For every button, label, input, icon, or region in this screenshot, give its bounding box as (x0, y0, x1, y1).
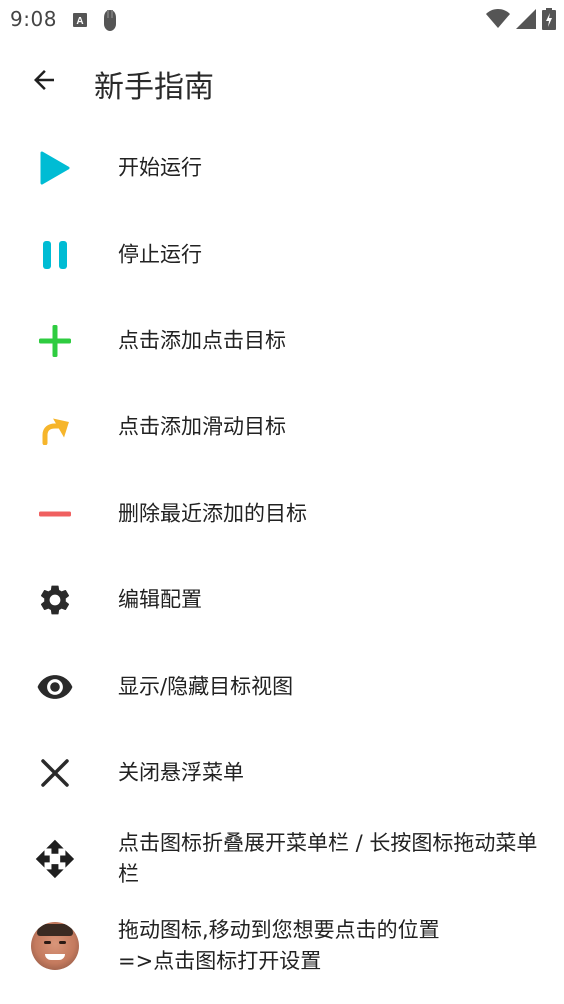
play-icon (28, 141, 82, 195)
guide-list: 开始运行 停止运行 点击添加点击目标 点击添加滑动目标 删除最近添加的目标 编辑… (0, 125, 564, 989)
cell-signal-icon (516, 9, 536, 33)
hand-notification-icon (100, 8, 120, 36)
status-time: 9:08 (10, 7, 57, 31)
guide-item-drag-avatar: 拖动图标,移动到您想要点击的位置 =>点击图标打开设置 (0, 903, 564, 989)
close-icon (28, 746, 82, 800)
avatar-icon (28, 919, 82, 973)
page-title: 新手指南 (94, 70, 214, 105)
wifi-icon (486, 9, 510, 33)
guide-item-label: 拖动图标,移动到您想要点击的位置 =>点击图标打开设置 (118, 917, 440, 973)
pause-icon (28, 228, 82, 282)
guide-item-start: 开始运行 (0, 125, 564, 211)
status-right-icons (486, 8, 556, 34)
status-bar: 9:08 A (0, 0, 564, 40)
plus-icon (28, 314, 82, 368)
guide-item-label: 点击添加滑动目标 (118, 414, 286, 439)
guide-item-label: 显示/隐藏目标视图 (118, 674, 294, 699)
avatar (31, 921, 79, 970)
app-bar: 新手指南 (0, 44, 564, 120)
status-left-icons: A (72, 8, 120, 36)
guide-item-edit-config: 编辑配置 (0, 557, 564, 643)
guide-item-add-click: 点击添加点击目标 (0, 298, 564, 384)
guide-item-move-menu: 点击图标折叠展开菜单栏 / 长按图标拖动菜单栏 (0, 816, 564, 902)
guide-item-add-swipe: 点击添加滑动目标 (0, 384, 564, 470)
guide-item-remove: 删除最近添加的目标 (0, 471, 564, 557)
guide-item-stop: 停止运行 (0, 211, 564, 297)
battery-charging-icon (542, 8, 556, 34)
gear-icon (28, 573, 82, 627)
guide-item-close-menu: 关闭悬浮菜单 (0, 730, 564, 816)
back-button[interactable] (20, 60, 68, 104)
svg-text:A: A (76, 16, 83, 27)
arrow-back-icon (29, 65, 59, 99)
guide-item-label: 点击图标折叠展开菜单栏 / 长按图标拖动菜单栏 (118, 831, 538, 887)
minus-icon (28, 487, 82, 541)
guide-item-label: 编辑配置 (118, 587, 202, 612)
guide-item-label: 点击添加点击目标 (118, 328, 286, 353)
swipe-arrow-icon (28, 400, 82, 454)
guide-item-label: 开始运行 (118, 155, 202, 180)
guide-item-toggle-view: 显示/隐藏目标视图 (0, 643, 564, 729)
move-icon (28, 832, 82, 886)
eye-icon (28, 660, 82, 714)
guide-item-label: 删除最近添加的目标 (118, 501, 307, 526)
a-notification-icon: A (72, 12, 88, 32)
guide-item-label: 关闭悬浮菜单 (118, 760, 244, 785)
guide-item-label: 停止运行 (118, 242, 202, 267)
